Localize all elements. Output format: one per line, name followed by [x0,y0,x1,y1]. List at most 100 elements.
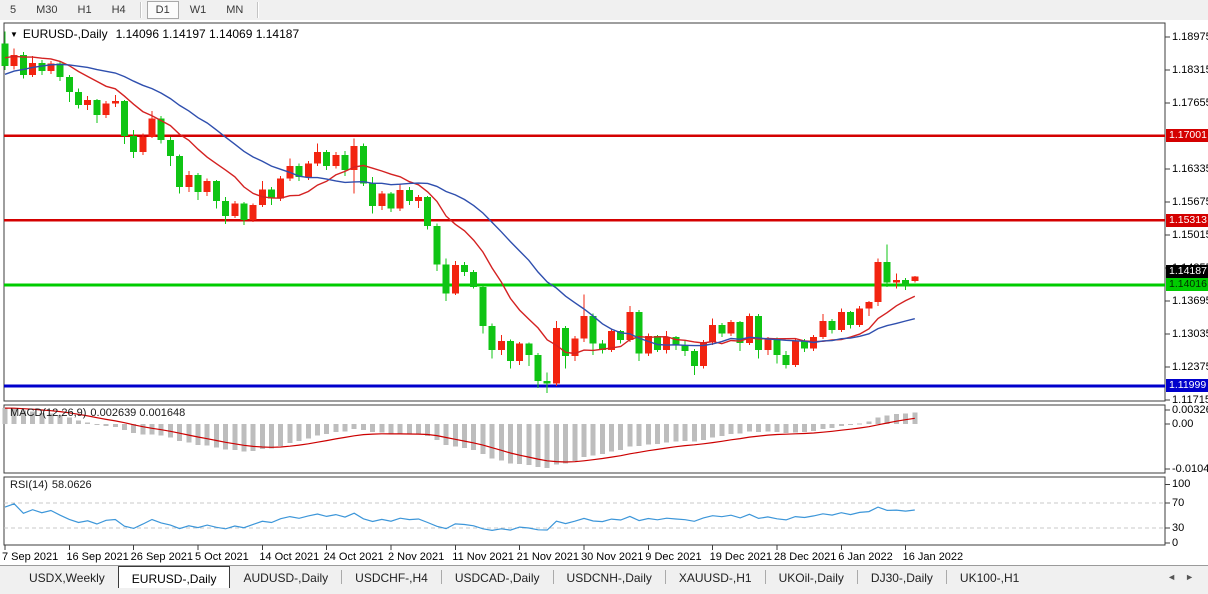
macd-bar [315,424,320,436]
candle-down [672,337,679,345]
candle-up [29,63,36,75]
macd-bar [122,424,127,430]
macd-bar [140,424,145,435]
candle-up [553,328,560,384]
date-axis-label: 19 Dec 2021 [710,551,772,563]
tab-scroll-right-icon[interactable]: ► [1185,572,1194,582]
candle-down [718,325,725,334]
candle-up [112,101,119,104]
macd-bar [572,424,577,461]
macd-bar [517,424,522,464]
candle-up [314,152,321,164]
macd-bar [738,424,743,434]
candle-down [443,264,450,293]
timeframe-button-h4[interactable]: H4 [103,1,135,19]
candle-down [93,100,100,115]
date-axis-label: 14 Oct 2021 [259,551,319,563]
candle-down [75,92,82,105]
macd-bar [407,424,412,434]
rsi-guides [4,503,1165,528]
macd-bar [434,424,439,440]
macd-bar [848,424,853,425]
macd-bar [637,424,642,446]
symbol-timeframe-label: EURUSD-,Daily [23,27,108,41]
chart-tab-audusd-daily[interactable]: AUDUSD-,Daily [230,566,341,588]
price-axis-label: 1.15015 [1172,228,1208,242]
date-axis-label: 7 Sep 2021 [2,551,58,563]
candle-down [433,226,440,265]
chart-window[interactable]: 7 Sep 202116 Sep 202126 Sep 20215 Oct 20… [0,20,1208,565]
candle-down [636,312,643,354]
candle-down [176,156,183,187]
price-axis-label: 1.13695 [1172,294,1208,308]
price-chart-canvas[interactable]: 7 Sep 202116 Sep 202126 Sep 20215 Oct 20… [0,20,1208,565]
chart-tab-uk100-h1[interactable]: UK100-,H1 [947,566,1032,588]
candle-down [507,341,514,361]
timeframe-toolbar: 5M30H1H4 D1W1MN [0,0,1208,20]
macd-bar [830,424,835,428]
macd-bar [866,421,871,424]
macd-bar [857,423,862,424]
candle-down [424,197,431,226]
price-axis-label: 1.17655 [1172,96,1208,110]
macd-bar [361,424,366,430]
date-axis-label: 11 Nov 2021 [452,551,514,563]
timeframe-button-mn[interactable]: MN [217,1,252,19]
macd-bar [710,424,715,438]
macd-bar [104,424,109,426]
candle-down [167,140,174,156]
candle-up [728,322,735,334]
timeframe-button-m30[interactable]: M30 [27,1,66,19]
chart-tab-usdcnh-daily[interactable]: USDCNH-,Daily [554,566,665,588]
macd-bar [480,424,485,454]
price-axis-label: 1.18315 [1172,63,1208,77]
candle-down [194,175,201,192]
macd-bar [223,424,228,450]
macd-bar [508,424,513,464]
macd-bar [499,424,504,461]
candle-down [342,155,349,170]
chart-tab-usdcad-daily[interactable]: USDCAD-,Daily [442,566,553,588]
candle-up [580,316,587,339]
candle-up [856,308,863,325]
date-axis-label: 5 Oct 2021 [195,551,249,563]
date-axis-label: 9 Dec 2021 [645,551,701,563]
candle-up [139,137,146,152]
candle-down [130,136,137,152]
candle-up [103,103,110,115]
rsi-axis-label: 30 [1172,521,1208,535]
date-axis-label: 16 Jan 2022 [903,551,964,563]
candle-up [149,118,156,137]
price-badge-1.11999: 1.11999 [1166,379,1208,392]
timeframe-button-d1[interactable]: D1 [147,1,179,19]
chart-tab-xauusd-h1[interactable]: XAUUSD-,H1 [666,566,765,588]
timeframe-button-h1[interactable]: H1 [69,1,101,19]
macd-bar [536,424,541,467]
price-badge-1.17001: 1.17001 [1166,129,1208,142]
macd-bar [774,424,779,432]
macd-bar [333,424,338,432]
macd-bar [297,424,302,441]
candle-down [213,181,220,201]
symbol-dropdown-icon[interactable]: ▼ [10,30,18,39]
macd-bar [398,424,403,434]
candle-down [461,265,468,272]
macd-bar [3,408,8,424]
timeframe-button-w1[interactable]: W1 [181,1,216,19]
macd-bar [471,424,476,450]
macd-name: MACD(12,26,9) [10,407,86,419]
candle-down [323,152,330,166]
macd-bar [627,424,632,446]
chart-tab-dj30-daily[interactable]: DJ30-,Daily [858,566,946,588]
macd-bar [719,424,724,436]
chart-tab-ukoil-daily[interactable]: UKOil-,Daily [766,566,857,588]
chart-tab-usdchf-h4[interactable]: USDCHF-,H4 [342,566,441,588]
tab-scroll-left-icon[interactable]: ◄ [1167,572,1176,582]
candle-up [84,100,91,105]
timeframe-button-5[interactable]: 5 [1,1,25,19]
chart-tab-usdx-weekly[interactable]: USDX,Weekly [16,566,118,588]
macd-bar [462,424,467,448]
chart-tab-eurusd-daily[interactable]: EURUSD-,Daily [118,566,231,588]
macd-bar [453,424,458,447]
macd-bar [343,424,348,431]
